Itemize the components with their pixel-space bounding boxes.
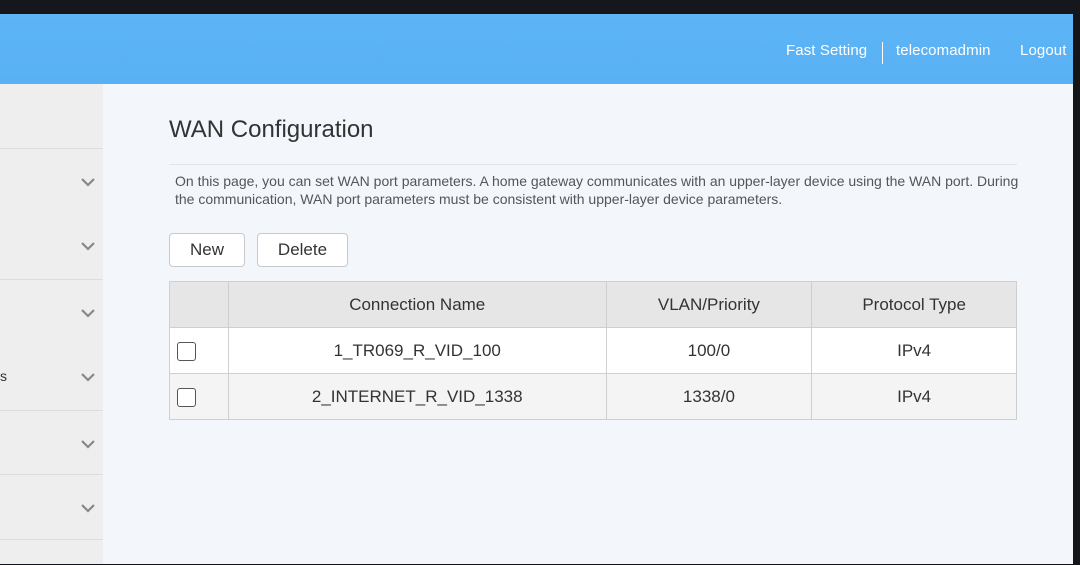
row-checkbox[interactable] bbox=[177, 341, 196, 361]
table-row[interactable]: 1_TR069_R_VID_100 100/0 IPv4 bbox=[169, 327, 1017, 374]
sidebar-item[interactable] bbox=[0, 279, 103, 345]
vlan-priority-cell: 1338/0 bbox=[605, 373, 813, 420]
row-select-cell bbox=[169, 327, 229, 374]
connection-name-cell[interactable]: 2_INTERNET_R_VID_1338 bbox=[227, 373, 607, 420]
row-select-cell bbox=[169, 373, 229, 420]
chevron-down-icon bbox=[81, 373, 95, 382]
vlan-priority-cell: 100/0 bbox=[605, 327, 813, 374]
protocol-type-cell: IPv4 bbox=[811, 373, 1017, 420]
sidebar-item[interactable] bbox=[0, 148, 103, 214]
header-divider bbox=[882, 42, 883, 64]
main-content: WAN Configuration On this page, you can … bbox=[103, 84, 1073, 564]
column-header-select bbox=[169, 281, 229, 328]
wan-table: Connection Name VLAN/Priority Protocol T… bbox=[169, 281, 1017, 420]
table-row[interactable]: 2_INTERNET_R_VID_1338 1338/0 IPv4 bbox=[169, 373, 1017, 420]
protocol-type-cell: IPv4 bbox=[811, 327, 1017, 374]
column-header-connection-name[interactable]: Connection Name bbox=[227, 281, 607, 328]
new-button[interactable]: New bbox=[169, 233, 245, 267]
chevron-down-icon bbox=[81, 440, 95, 449]
user-link[interactable]: telecomadmin bbox=[896, 42, 991, 59]
sidebar-item bbox=[0, 539, 103, 565]
chevron-down-icon bbox=[81, 309, 95, 318]
page-description: On this page, you can set WAN port param… bbox=[175, 173, 1019, 207]
sidebar: s bbox=[0, 84, 103, 564]
fast-setting-link[interactable]: Fast Setting bbox=[786, 42, 867, 59]
delete-button[interactable]: Delete bbox=[257, 233, 348, 267]
top-header: Fast Setting telecomadmin Logout bbox=[0, 14, 1073, 84]
row-checkbox[interactable] bbox=[177, 387, 196, 407]
column-header-protocol-type[interactable]: Protocol Type bbox=[811, 281, 1017, 328]
window-right-edge bbox=[1073, 14, 1080, 564]
page-title: WAN Configuration bbox=[169, 116, 374, 143]
table-header-row: Connection Name VLAN/Priority Protocol T… bbox=[169, 281, 1017, 328]
chevron-down-icon bbox=[81, 178, 95, 187]
chevron-down-icon bbox=[81, 504, 95, 513]
title-divider bbox=[169, 164, 1017, 165]
sidebar-item[interactable] bbox=[0, 213, 103, 278]
sidebar-item[interactable] bbox=[0, 410, 103, 476]
sidebar-item-label: s bbox=[0, 368, 7, 384]
chevron-down-icon bbox=[81, 242, 95, 251]
logout-link[interactable]: Logout bbox=[1020, 42, 1066, 59]
sidebar-item[interactable]: s bbox=[0, 344, 103, 409]
column-header-vlan-priority[interactable]: VLAN/Priority bbox=[605, 281, 813, 328]
sidebar-item[interactable] bbox=[0, 474, 103, 540]
connection-name-cell[interactable]: 1_TR069_R_VID_100 bbox=[227, 327, 607, 374]
